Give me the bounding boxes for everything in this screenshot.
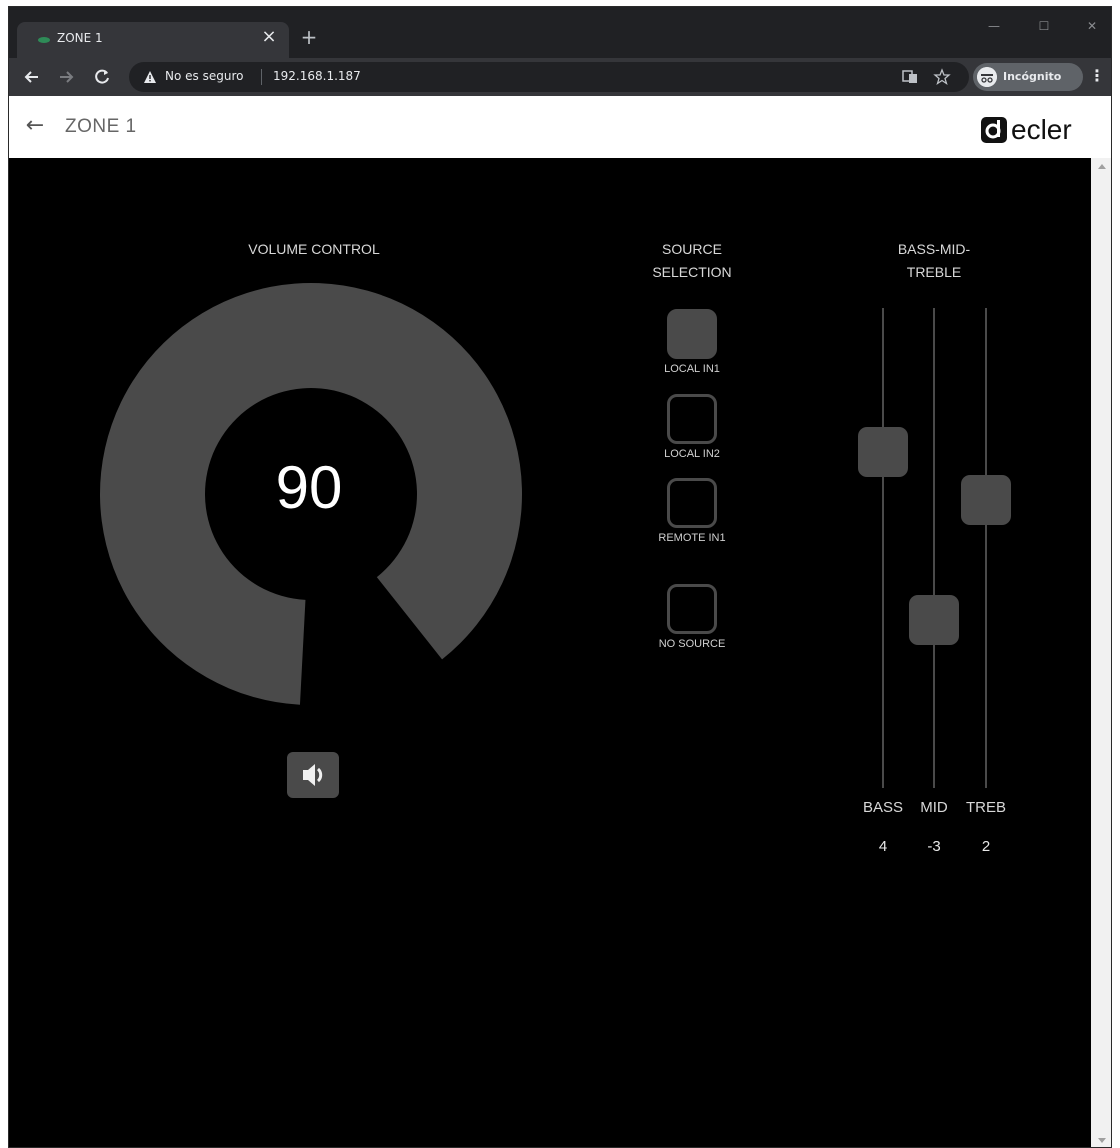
translate-icon[interactable] [901, 68, 919, 86]
warning-icon[interactable] [143, 70, 157, 84]
incognito-icon [977, 67, 997, 87]
mid-slider-knob[interactable] [909, 595, 959, 645]
back-button[interactable] [19, 64, 45, 90]
bass-slider-knob[interactable] [858, 427, 908, 477]
favicon-icon [38, 37, 50, 43]
browser-window: ZONE 1 × + — ☐ ✕ No es seguro 192.168.1.… [8, 6, 1112, 1148]
back-arrow-icon[interactable]: ← [23, 114, 47, 138]
source-title: SOURCE SELECTION [627, 238, 757, 284]
scroll-up-icon[interactable] [1098, 164, 1106, 169]
new-tab-button[interactable]: + [297, 25, 321, 49]
reload-button[interactable] [89, 64, 115, 90]
tab-close-icon[interactable]: × [259, 27, 279, 47]
forward-button[interactable] [53, 64, 79, 90]
treble-slider-knob[interactable] [961, 475, 1011, 525]
scroll-down-icon[interactable] [1098, 1138, 1106, 1143]
app-header: ← ZONE 1 ecler [9, 96, 1111, 158]
url-divider [261, 69, 262, 85]
speaker-icon [303, 764, 323, 786]
bass-value: 4 [878, 838, 888, 855]
mute-button[interactable] [287, 752, 339, 798]
treble-label: TREB [965, 799, 1006, 816]
url-text[interactable]: 192.168.1.187 [273, 69, 361, 83]
main-panel: VOLUME CONTROL 90 SOURCE SELECTION LOCAL… [9, 158, 1091, 1147]
scrollbar[interactable] [1091, 158, 1111, 1147]
source-button-local-in1[interactable] [667, 309, 717, 359]
page-title: ZONE 1 [65, 116, 137, 137]
maximize-button[interactable]: ☐ [1031, 15, 1057, 37]
browser-menu-button[interactable]: ⋮ [1089, 66, 1105, 85]
incognito-label: Incógnito [1003, 70, 1062, 83]
source-label-remote-in1: REMOTE IN1 [658, 532, 726, 544]
volume-value: 90 [275, 454, 343, 521]
incognito-badge[interactable]: Incógnito [973, 63, 1083, 91]
treble-slider-track[interactable] [985, 308, 987, 788]
mid-slider-track[interactable] [933, 308, 935, 788]
source-label-local-in2: LOCAL IN2 [664, 448, 720, 460]
treble-value: 2 [981, 838, 991, 855]
mid-value: -3 [927, 838, 941, 855]
eq-title-line1: BASS-MID- [897, 241, 971, 257]
source-label-local-in1: LOCAL IN1 [664, 363, 720, 375]
source-button-no-source[interactable] [667, 584, 717, 634]
tab-title: ZONE 1 [57, 31, 103, 45]
browser-tab[interactable]: ZONE 1 × [17, 22, 289, 58]
ecler-logo: ecler [981, 114, 1072, 145]
source-title-line1: SOURCE [662, 241, 722, 257]
window-close-button[interactable]: ✕ [1079, 15, 1105, 37]
tab-strip: ZONE 1 × + — ☐ ✕ [9, 7, 1111, 58]
eq-title-line2: TREBLE [906, 264, 962, 280]
bass-slider-track[interactable] [882, 308, 884, 788]
mid-label: MID [920, 799, 948, 816]
address-bar[interactable]: No es seguro 192.168.1.187 [129, 62, 969, 92]
source-title-line2: SELECTION [652, 264, 732, 280]
source-button-remote-in1[interactable] [667, 478, 717, 528]
security-status[interactable]: No es seguro [165, 69, 243, 83]
eq-title: BASS-MID- TREBLE [859, 238, 1009, 284]
browser-toolbar: No es seguro 192.168.1.187 Incógnito ⋮ [9, 58, 1111, 96]
logo-text: ecler [1011, 114, 1072, 145]
minimize-button[interactable]: — [981, 15, 1007, 37]
source-button-local-in2[interactable] [667, 394, 717, 444]
bookmark-star-icon[interactable] [933, 68, 951, 86]
source-label-no-source: NO SOURCE [658, 638, 726, 650]
volume-title: VOLUME CONTROL [248, 241, 380, 257]
